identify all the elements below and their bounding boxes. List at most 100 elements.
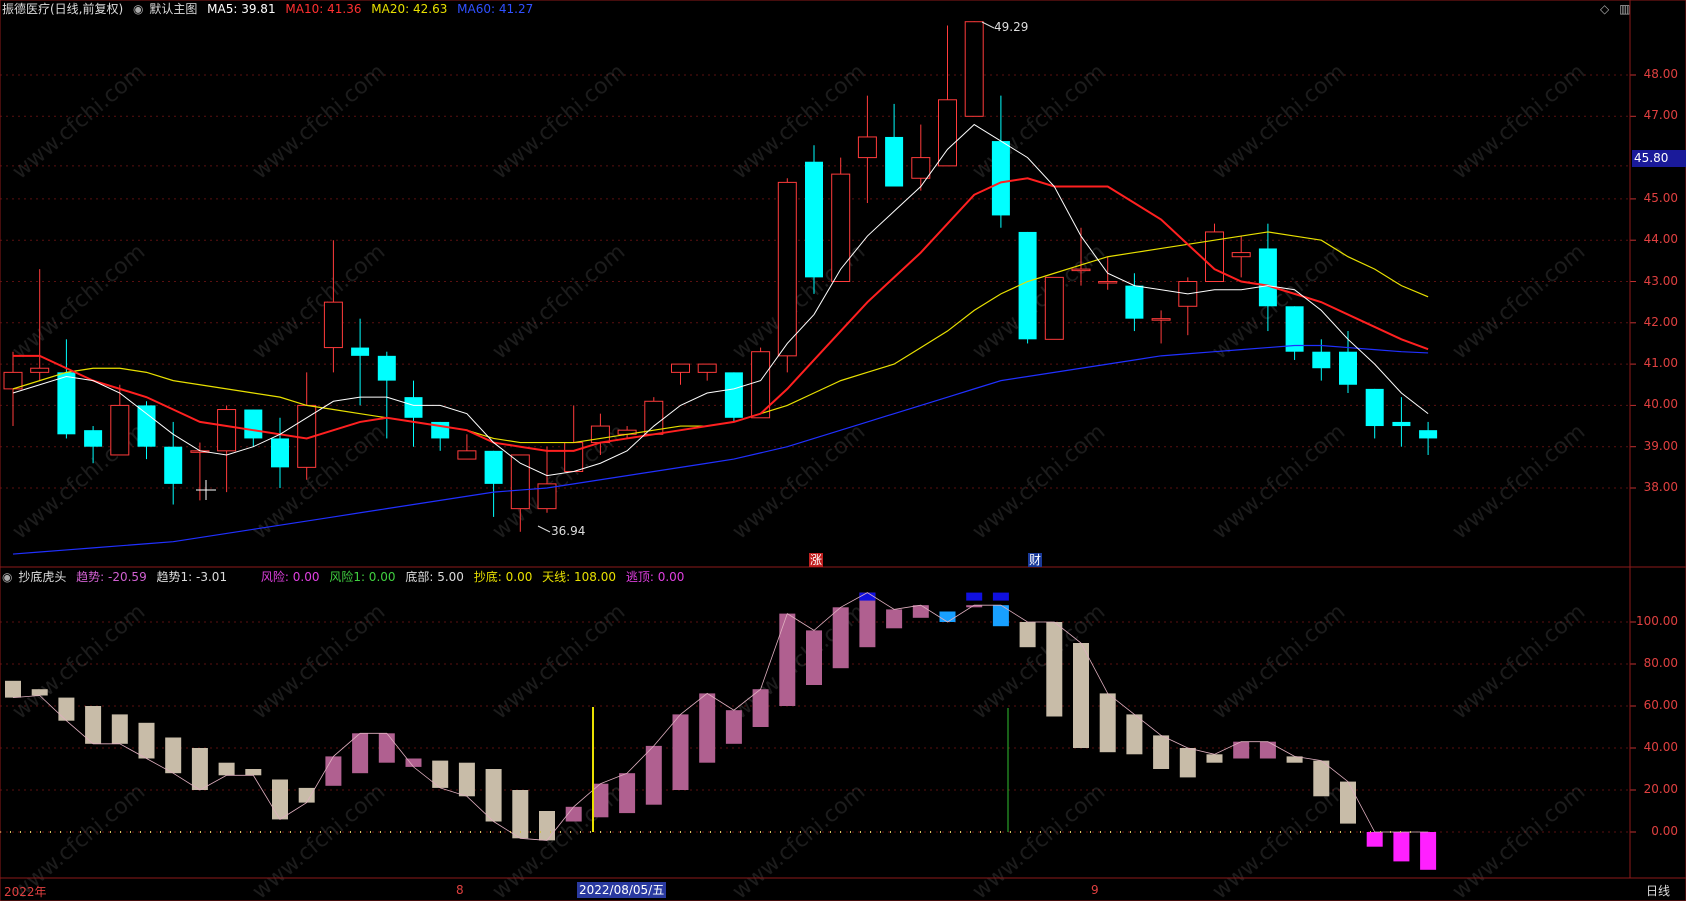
candle-up xyxy=(590,425,610,444)
candle-down xyxy=(484,450,503,484)
chart-canvas[interactable]: www.cfchi.com www.cfchi.com www.cfchi.com w… xyxy=(0,0,1686,901)
candle-up xyxy=(323,301,343,349)
indicator-bar xyxy=(1126,714,1143,755)
price-axis-label: 41.00 xyxy=(1643,356,1678,371)
candle-up xyxy=(1044,276,1064,340)
price-axis-label: 38.00 xyxy=(1643,480,1678,494)
window-controls: ◇ ▥ xyxy=(1600,0,1636,18)
indicator-bar xyxy=(1206,754,1223,763)
candle-down xyxy=(137,405,156,447)
event-marker-finance[interactable]: 财 xyxy=(1028,553,1043,567)
candle-up xyxy=(857,136,877,159)
indicator-header: ◉ 抄底虎头 趋势: -20.59 趋势1: -3.01 风险: 0.00 风险… xyxy=(2,568,690,586)
indicator-bar xyxy=(138,722,155,759)
indicator-bar xyxy=(912,605,929,618)
candle-up xyxy=(564,442,584,472)
current-price-tag: 45.80 xyxy=(1632,150,1686,167)
indicator-bar xyxy=(1313,760,1330,797)
chaodi-value: 抄底: 0.00 xyxy=(473,570,533,584)
indicator-bar xyxy=(485,769,502,822)
candle-down xyxy=(1258,248,1277,307)
risk-value: 风险: 0.00 xyxy=(260,570,320,584)
candle-down xyxy=(885,136,904,187)
price-axis-label: 45.00 xyxy=(1643,190,1678,205)
price-axis-label: 43.00 xyxy=(1643,273,1678,288)
stock-title: 振德医疗(日线,前复权) xyxy=(2,2,124,16)
indicator-bar xyxy=(806,630,822,685)
year-label: 2022年 xyxy=(4,885,47,899)
indicator-bar xyxy=(58,697,75,721)
indicator-bar xyxy=(1099,693,1116,753)
candle-down xyxy=(1392,421,1411,427)
candle-up xyxy=(831,173,851,282)
candle-down xyxy=(805,161,823,278)
candle-up xyxy=(1151,318,1171,321)
collapse-icon[interactable]: ▥ xyxy=(1619,2,1630,16)
candle-down xyxy=(1339,351,1357,385)
indicator-cap xyxy=(859,592,876,601)
antenna-value: 天线: 108.00 xyxy=(542,570,617,584)
candle-up xyxy=(911,157,931,179)
period-label[interactable]: 日线 xyxy=(1646,882,1670,899)
dropdown-icon[interactable]: ◉ xyxy=(2,570,12,584)
candle-down xyxy=(404,397,423,418)
indicator-bar xyxy=(539,811,555,841)
candle-down xyxy=(377,355,396,381)
indicator-bar xyxy=(619,773,636,814)
candle-down xyxy=(724,372,743,418)
indicator-bar xyxy=(245,769,262,776)
indicator-axis-label: 60.00 xyxy=(1643,698,1678,712)
candle-down xyxy=(271,438,289,468)
candle-up xyxy=(110,404,130,456)
candle-up xyxy=(1231,252,1251,258)
indicator-bar xyxy=(752,689,769,727)
price-axis-label: 44.00 xyxy=(1643,232,1678,247)
candle-up xyxy=(777,181,797,357)
candle-down xyxy=(351,347,370,356)
chart-template-name[interactable]: 默认主图 xyxy=(149,2,197,16)
candle-up xyxy=(671,363,690,373)
indicator-axis-label: 0.00 xyxy=(1651,824,1678,838)
bottom-value: 底部: 5.00 xyxy=(405,570,464,584)
indicator-bar xyxy=(1393,832,1410,862)
indicator-axis-label: 40.00 xyxy=(1643,740,1678,754)
price-axis-label: 40.00 xyxy=(1643,397,1678,412)
cursor-date-label: 2022/08/05/五 xyxy=(577,882,667,898)
indicator-bar xyxy=(725,710,742,744)
candle-down xyxy=(1285,306,1304,352)
indicator-bar xyxy=(779,613,796,706)
trend1-value: 趋势1: -3.01 xyxy=(156,570,228,584)
escape-top-value: 逃顶: 0.00 xyxy=(625,570,685,584)
indicator-bar xyxy=(325,756,342,786)
indicator-bar xyxy=(1340,781,1356,824)
ma10-value: MA10: 41.36 xyxy=(285,2,362,16)
trend-value: 趋势: -20.59 xyxy=(76,570,147,584)
dropdown-icon[interactable]: ◉ xyxy=(133,2,143,16)
indicator-cap xyxy=(966,592,983,601)
main-chart-header: 振德医疗(日线,前复权) ◉ 默认主图 MA5: 39.81 MA10: 41.… xyxy=(2,0,539,18)
risk1-value: 风险1: 0.00 xyxy=(329,570,396,584)
indicator-bar xyxy=(1073,643,1089,748)
indicator-name[interactable]: 抄底虎头 xyxy=(18,570,66,584)
candle-down xyxy=(164,446,183,484)
low-price-label: 36.94 xyxy=(551,524,586,538)
candle-up xyxy=(30,367,50,373)
indicator-bar xyxy=(298,787,315,803)
indicator-bar xyxy=(859,592,876,648)
indicator-axis-label: 20.00 xyxy=(1643,782,1678,796)
event-marker-rise[interactable]: 涨 xyxy=(809,553,824,567)
indicator-bar xyxy=(886,609,903,629)
indicator-bar xyxy=(165,737,182,774)
candle-up xyxy=(1071,268,1091,272)
indicator-cap xyxy=(992,592,1009,601)
candle-down xyxy=(991,141,1010,216)
candle-up xyxy=(457,450,477,460)
indicator-bar xyxy=(1420,832,1437,870)
candle-down xyxy=(1365,388,1384,427)
indicator-bar xyxy=(699,693,716,763)
ma60-value: MA60: 41.27 xyxy=(457,2,534,16)
diamond-icon[interactable]: ◇ xyxy=(1600,2,1609,16)
indicator-bar xyxy=(218,762,235,776)
indicator-bar xyxy=(85,706,102,744)
candle-down xyxy=(57,372,76,435)
